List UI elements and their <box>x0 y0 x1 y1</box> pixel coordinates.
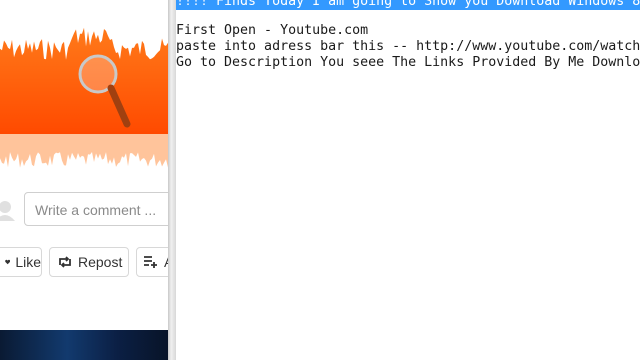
selected-text-line[interactable]: !!!! Finds Today I am going to Show you … <box>176 0 640 10</box>
track-artwork[interactable] <box>0 330 168 360</box>
add-to-playlist-icon <box>144 256 157 268</box>
text-line[interactable]: Go to Description You seee The Links Pro… <box>176 55 640 71</box>
comment-placeholder: Write a comment ... <box>35 202 157 218</box>
text-line[interactable]: First Open - Youtube.com <box>176 23 368 39</box>
heart-icon <box>5 259 11 265</box>
text-editor[interactable]: !!!! Finds Today I am going to Show you … <box>176 0 640 360</box>
like-label: Like <box>15 254 41 270</box>
avatar-icon <box>0 201 15 221</box>
add-to-playlist-button[interactable]: A <box>136 247 168 277</box>
repost-label: Repost <box>78 254 123 270</box>
comment-row: Write a comment ... <box>0 188 168 228</box>
repost-icon <box>59 256 71 268</box>
magnifier-icon <box>78 54 131 128</box>
text-line[interactable]: paste into adress bar this -- http://www… <box>176 39 640 55</box>
repost-button[interactable]: Repost <box>49 247 129 277</box>
like-button[interactable]: Like <box>0 247 42 277</box>
soundcloud-panel: Write a comment ... Like Repost A <box>0 0 168 360</box>
comment-input[interactable]: Write a comment ... <box>24 192 168 226</box>
window-border <box>168 0 176 360</box>
waveform-reflection <box>0 134 168 168</box>
